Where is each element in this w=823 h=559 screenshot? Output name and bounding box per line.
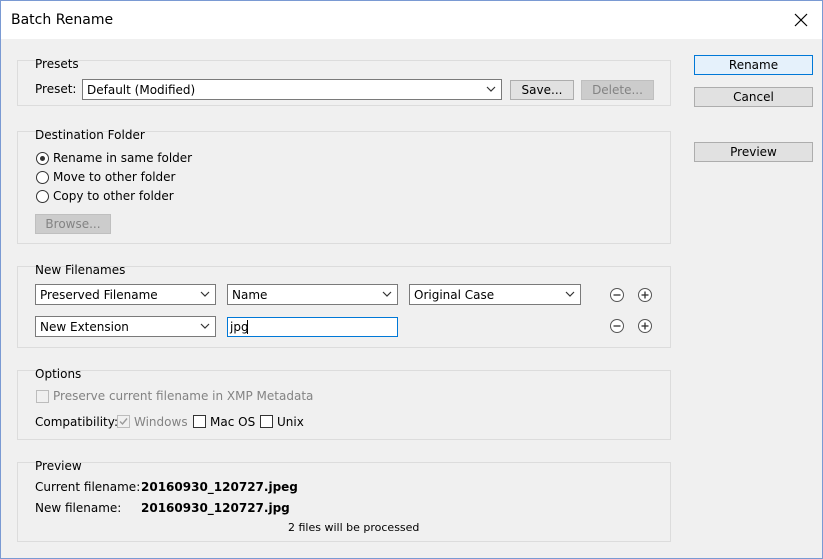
options-group: Options Preserve current filename in XMP… (17, 367, 671, 440)
batch-rename-dialog: Batch Rename Presets Preset: Default (Mo… (0, 0, 823, 559)
remove-row-icon[interactable] (609, 287, 625, 303)
chevron-down-icon (200, 291, 210, 297)
text-caret (247, 320, 248, 334)
new-filename-value: 20160930_120727.jpg (141, 501, 290, 515)
preview-button[interactable]: Preview (694, 142, 813, 162)
radio-selected-dot (40, 156, 45, 161)
filename-part-select[interactable]: Name (227, 284, 398, 305)
files-processed-status: 2 files will be processed (288, 521, 420, 534)
add-row-icon[interactable] (637, 287, 653, 303)
presets-group: Presets Preset: Default (Modified) Save.… (17, 57, 671, 106)
filename-element-type-select-1[interactable]: Preserved Filename (35, 284, 216, 305)
extension-input[interactable]: jpg (227, 317, 398, 337)
preset-select[interactable]: Default (Modified) (82, 79, 502, 100)
remove-row-icon[interactable] (609, 318, 625, 334)
chevron-down-icon (565, 291, 575, 297)
presets-group-label: Presets (35, 57, 79, 71)
preview-group: Preview Current filename: 20160930_12072… (17, 459, 671, 542)
rename-same-folder-label[interactable]: Rename in same folder (53, 151, 192, 165)
filename-element-type-select-2[interactable]: New Extension (35, 316, 216, 337)
filename-element-type-value: Preserved Filename (40, 288, 158, 302)
radio-copy-other-folder[interactable] (36, 190, 49, 203)
filename-element-type-value: New Extension (40, 320, 129, 334)
close-icon[interactable] (789, 8, 813, 32)
browse-button[interactable]: Browse... (35, 214, 111, 234)
case-select[interactable]: Original Case (409, 284, 581, 305)
chevron-down-icon (200, 323, 210, 329)
move-other-folder-label[interactable]: Move to other folder (53, 170, 175, 184)
preserve-xmp-label: Preserve current filename in XMP Metadat… (53, 389, 314, 403)
mac-os-checkbox[interactable] (193, 415, 206, 428)
new-filename-label: New filename: (35, 501, 122, 515)
cancel-button[interactable]: Cancel (694, 87, 813, 107)
mac-os-label[interactable]: Mac OS (210, 415, 255, 429)
destination-folder-group: Destination Folder Rename in same folder… (17, 128, 671, 244)
unix-checkbox[interactable] (260, 415, 273, 428)
delete-preset-button[interactable]: Delete... (581, 80, 654, 100)
radio-rename-same-folder[interactable] (36, 152, 49, 165)
save-preset-button[interactable]: Save... (510, 80, 574, 100)
current-filename-label: Current filename: (35, 480, 141, 494)
options-group-label: Options (35, 367, 82, 381)
current-filename-value: 20160930_120727.jpeg (141, 480, 298, 494)
add-row-icon[interactable] (637, 318, 653, 334)
case-select-value: Original Case (414, 288, 495, 302)
new-filenames-group: New Filenames Preserved Filename Name Or… (17, 263, 671, 348)
compatibility-label: Compatibility: (35, 415, 119, 429)
dialog-title: Batch Rename (11, 12, 114, 28)
copy-other-folder-label[interactable]: Copy to other folder (53, 189, 174, 203)
filename-part-value: Name (232, 288, 268, 302)
unix-label[interactable]: Unix (277, 415, 304, 429)
windows-checkbox[interactable] (117, 415, 130, 428)
radio-move-other-folder[interactable] (36, 171, 49, 184)
preset-label: Preset: (35, 82, 77, 96)
chevron-down-icon (382, 291, 392, 297)
checkmark-icon (119, 418, 128, 426)
windows-label: Windows (134, 415, 188, 429)
preset-select-value: Default (Modified) (87, 83, 196, 97)
new-filenames-group-label: New Filenames (35, 263, 126, 277)
chevron-down-icon (486, 86, 496, 92)
preview-group-label: Preview (35, 459, 82, 473)
extension-input-value: jpg (230, 320, 249, 334)
rename-button[interactable]: Rename (694, 55, 813, 75)
destination-group-label: Destination Folder (35, 128, 145, 142)
title-bar: Batch Rename (1, 1, 822, 39)
preserve-xmp-checkbox[interactable] (36, 390, 49, 403)
